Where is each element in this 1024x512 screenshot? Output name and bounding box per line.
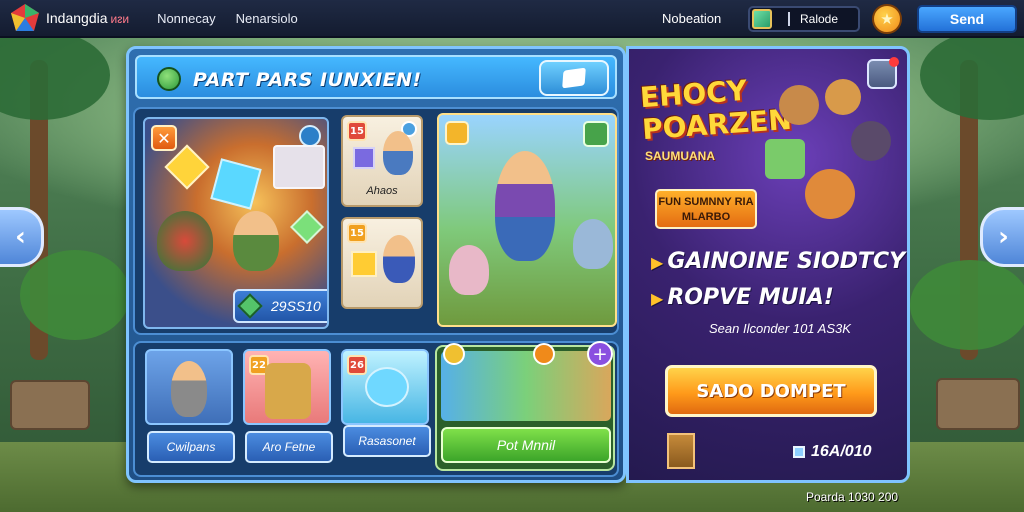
crate-icon: [353, 147, 375, 169]
leaf-icon: [157, 67, 181, 91]
promo-headline-1: ▶ GAINOINE SIODTCY: [651, 249, 906, 274]
hero-showcase-card[interactable]: [437, 113, 617, 327]
item-button[interactable]: Rasasonet: [343, 425, 431, 457]
mini-offer-card[interactable]: 15 Ahaos: [341, 115, 423, 207]
green-gem-icon: [290, 210, 324, 244]
treasure-icon[interactable]: [583, 121, 609, 147]
notification-label[interactable]: Nobeation: [662, 11, 721, 26]
blue-gem-icon: [210, 158, 262, 210]
creature-character: [573, 219, 613, 269]
promo-action-button[interactable]: SADO DOMPET: [665, 365, 877, 417]
bundle-price: 29SS10: [271, 298, 321, 314]
knight-character: [171, 361, 207, 417]
nav-item-2[interactable]: Nenarsiolo: [236, 11, 298, 26]
brand-tag: ᴎᴤᴎ: [110, 12, 130, 26]
items-section: Cwilpans 22 Aro Fetne 26 Rasasonet + Pot…: [133, 341, 619, 477]
hero-character: [233, 211, 279, 271]
header-action-button[interactable]: [539, 60, 609, 96]
hero-character: [495, 151, 555, 261]
item-button[interactable]: Aro Fetne: [245, 431, 333, 463]
item-thumbnail: [145, 349, 233, 425]
promo-title: EHOCY POARZEN: [638, 73, 793, 147]
item-badge: 26: [347, 355, 367, 375]
gem-pile: [765, 139, 805, 179]
hero-character: [383, 131, 413, 175]
green-gem-icon: [237, 293, 263, 319]
item-thumbnail: [441, 351, 611, 421]
shop-item[interactable]: 22 Aro Fetne: [243, 349, 333, 467]
cat-character: [805, 169, 855, 219]
promo-panel: EHOCY POARZEN SAUMUANA FUN SUMNNY RIA ML…: [626, 46, 910, 483]
item-thumbnail: 22: [243, 349, 331, 425]
plus-icon[interactable]: +: [587, 341, 613, 367]
gem-icon: [752, 9, 772, 29]
eraser-icon: [562, 67, 586, 89]
monkey-character: [779, 85, 819, 125]
featured-item-button[interactable]: Pot Mnnil: [441, 427, 611, 463]
chevron-right-icon[interactable]: ›: [980, 207, 1024, 267]
info-icon[interactable]: [299, 125, 321, 147]
arrow-bullet-icon: ▶: [651, 289, 664, 308]
shop-item[interactable]: Cwilpans: [145, 349, 235, 467]
star-icon: [445, 121, 469, 145]
currency-amount: Ralode: [800, 12, 839, 26]
arrow-bullet-icon: ▶: [651, 253, 664, 272]
offer-label: Ahaos: [366, 185, 398, 197]
colorful-diamond-logo-icon[interactable]: [10, 3, 40, 33]
hero-character: [383, 235, 415, 283]
top-bar: Indangdia ᴎᴤᴎ Nonnecay Nenarsiolo: [0, 0, 1024, 38]
golden-creature: [265, 363, 311, 419]
promo-price: 16A/010: [793, 443, 872, 461]
featured-section: ✕ 29SS10 15 Ahaos 15: [133, 107, 619, 335]
coin-icon: [443, 343, 465, 365]
bundle-price-button[interactable]: 29SS10: [233, 289, 327, 323]
shop-item[interactable]: 26 Rasasonet: [341, 349, 431, 467]
settings-icon[interactable]: [867, 57, 899, 89]
promo-tag: FUN SUMNNY RIA MLARBO: [655, 189, 757, 229]
panel-header: PART PARS IUNXIEN!: [135, 55, 617, 99]
bush: [910, 260, 1024, 350]
brand-name[interactable]: Indangdia ᴎᴤᴎ: [46, 10, 129, 26]
yellow-gem-icon: [164, 144, 210, 190]
shield-icon: [157, 211, 213, 271]
shop-panel: PART PARS IUNXIEN! ✕ 29SS10 15 Ahaos 15 …: [126, 46, 626, 483]
stone-block: [936, 378, 1020, 430]
coin-icon: [533, 343, 555, 365]
chevron-left-icon[interactable]: ‹: [0, 207, 44, 267]
close-icon[interactable]: ✕: [151, 125, 177, 151]
gift-icon[interactable]: [667, 433, 695, 469]
divider: [788, 12, 790, 26]
item-thumbnail: 26: [341, 349, 429, 425]
promo-info: Sean Ilconder 101 AS3K: [709, 321, 851, 336]
mini-offer-card[interactable]: 15: [341, 217, 423, 309]
stone-block: [10, 380, 90, 430]
offer-badge: 15: [347, 223, 367, 243]
yellow-gem-icon: [351, 251, 377, 277]
offer-badge: 15: [347, 121, 367, 141]
send-button[interactable]: Send: [917, 5, 1017, 33]
item-button[interactable]: Cwilpans: [147, 431, 235, 463]
gem-icon: [793, 445, 805, 458]
chest-icon: [273, 145, 325, 189]
promo-headline-2: ▶ ROPVE MUIA!: [651, 285, 834, 310]
promo-subtitle: SAUMUANA: [645, 149, 715, 163]
creature-character: [449, 245, 489, 295]
monkey-character: [825, 79, 861, 115]
coin-icon[interactable]: ★: [872, 4, 902, 34]
crystal-icon: [365, 367, 409, 407]
nav-item-1[interactable]: Nonnecay: [157, 11, 216, 26]
currency-display[interactable]: Ralode: [748, 6, 860, 32]
notification-dot: [889, 57, 899, 67]
ninja-character: [851, 121, 891, 161]
footer-text: Poarda 1030 200: [806, 490, 899, 504]
bush: [20, 250, 130, 340]
featured-bundle-card[interactable]: ✕ 29SS10: [143, 117, 329, 329]
panel-title: PART PARS IUNXIEN!: [193, 69, 422, 91]
featured-item[interactable]: + Pot Mnnil: [435, 341, 615, 471]
